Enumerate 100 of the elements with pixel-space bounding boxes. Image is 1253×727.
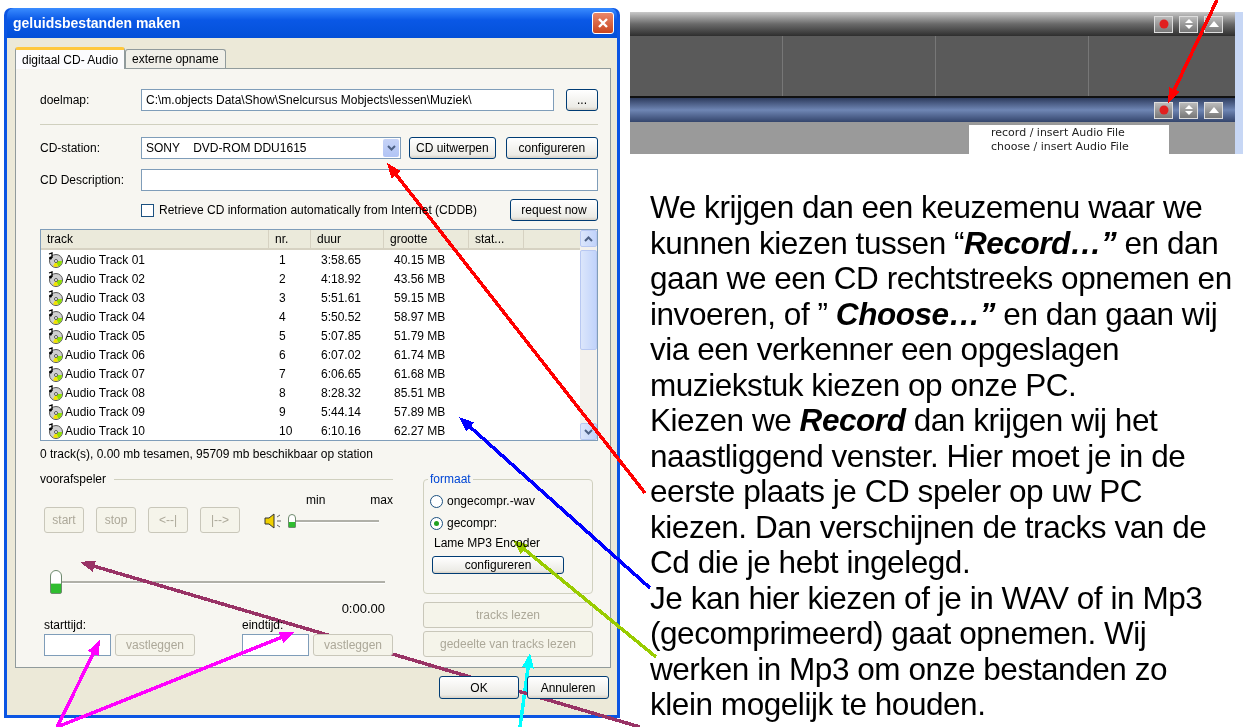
column-header[interactable]: stat...	[469, 230, 524, 250]
table-cell-text: 3	[278, 289, 287, 307]
music-disc-icon	[47, 270, 63, 287]
table-cell-text: 8:28.32	[320, 384, 363, 402]
speaker-icon	[264, 513, 284, 529]
track-name[interactable]: Audio Track 06	[41, 345, 269, 364]
track-name[interactable]: Audio Track 05	[41, 326, 269, 345]
drive-dropdown[interactable]: SONY DVD-ROM DDU1615	[141, 137, 401, 159]
tab[interactable]: digitaal CD- Audio	[15, 47, 126, 69]
configure-button[interactable]: configureren	[432, 556, 564, 574]
menu-item[interactable]: record / insert Audio File	[991, 126, 1169, 140]
table-cell-text: 59.15 MB	[393, 289, 447, 307]
configure-button[interactable]: configureren	[505, 137, 598, 159]
table-cell-text: 2	[278, 270, 287, 288]
browse-button[interactable]: ...	[566, 89, 598, 111]
music-disc-icon	[47, 308, 63, 325]
table-cell-text: 6:07.02	[320, 346, 363, 364]
music-disc-icon	[47, 384, 63, 401]
paragraph: We krijgen dan een keuzemenu waar we kunnen kiezen tussen “Record…” en dan gaan we een CD rechtstreeks opnemen en invoeren, of ” Choose…” en dan gaan wij via een verkenner een opgeslagen muziekstuk kiezen op onze PC.	[650, 190, 1233, 403]
up-down-arrows-icon[interactable]	[1179, 15, 1198, 33]
field-label: CD-station:	[40, 141, 102, 155]
window-title: geluidsbestanden maken	[13, 15, 181, 31]
table-cell-text: 4	[278, 308, 287, 326]
track-name[interactable]: Audio Track 04	[41, 307, 269, 326]
music-disc-icon	[47, 346, 63, 363]
table-cell-text: 7	[278, 365, 287, 383]
table-cell-text: 5	[278, 327, 287, 345]
radio-button[interactable]	[430, 494, 443, 508]
table-cell-text: 6:10.16	[320, 422, 363, 440]
folder-field[interactable]: C:\m.objects Data\Show\Snelcursus Mobjects\lessen\Muziek\	[141, 89, 554, 111]
table-cell-text: 40.15 MB	[393, 251, 447, 269]
radio-button[interactable]	[430, 516, 443, 530]
table-cell-text: 5:44.14	[320, 403, 363, 421]
max-label: max	[370, 493, 393, 509]
close-button[interactable]	[592, 12, 614, 34]
track-name[interactable]: Audio Track 07	[41, 364, 269, 383]
music-disc-icon	[47, 251, 63, 268]
table-cell-text: 9	[278, 403, 287, 421]
music-disc-icon	[47, 327, 63, 344]
checkbox[interactable]	[141, 203, 154, 217]
scrollbar[interactable]	[580, 230, 597, 440]
tab[interactable]: externe opname	[125, 49, 226, 68]
column-header[interactable]: nr.	[269, 230, 311, 250]
field-label: CD Description:	[40, 173, 126, 187]
status-text: 0 track(s), 0.00 mb tesamen, 95709 mb beschikbaar op station	[40, 447, 374, 463]
description-field[interactable]	[141, 169, 598, 191]
track-name[interactable]: Audio Track 08	[41, 383, 269, 402]
column-header[interactable]: track	[41, 230, 269, 250]
cancel-button[interactable]: Annuleren	[527, 676, 609, 699]
table-cell-text: 58.97 MB	[393, 308, 447, 326]
music-disc-icon	[47, 289, 63, 306]
close-icon	[597, 17, 609, 29]
track-name[interactable]: Audio Track 03	[41, 288, 269, 307]
up-down-arrows-icon[interactable]	[1179, 101, 1198, 119]
chevron-down-icon	[383, 139, 399, 157]
track-name[interactable]: Audio Track 10	[41, 421, 269, 440]
table-cell-text: 5:50.52	[320, 308, 363, 326]
table-cell-text: 3:58.65	[320, 251, 363, 269]
ok-button[interactable]: OK	[439, 676, 519, 699]
slider-thumb[interactable]	[288, 514, 296, 528]
group-title: voorafspeler	[40, 472, 107, 486]
field-label: doelmap:	[40, 93, 91, 107]
scroll-up-icon[interactable]	[580, 230, 597, 247]
track-name[interactable]: Audio Track 02	[41, 269, 269, 288]
table-cell-text: 57.89 MB	[393, 403, 447, 421]
table-cell-text: 8	[278, 384, 287, 402]
table-cell-text: 4:18.92	[320, 270, 363, 288]
time-field[interactable]	[44, 634, 111, 656]
table-cell-text: 1	[278, 251, 287, 269]
table-cell-text: 5:07.85	[320, 327, 363, 345]
table-cell-text: 6:06.65	[320, 365, 363, 383]
music-disc-icon	[47, 365, 63, 382]
record-icon[interactable]	[1154, 101, 1173, 119]
table-cell-text: 10	[278, 422, 294, 440]
field-label: eindtijd:	[242, 618, 284, 632]
group-title: formaat	[428, 472, 473, 486]
column-header[interactable]: grootte	[384, 230, 469, 250]
radio-label: ongecompr.-wav	[447, 494, 536, 508]
field-label: starttijd:	[44, 618, 86, 632]
time-display: 0:00.00	[341, 601, 385, 616]
slider-thumb[interactable]	[50, 570, 62, 594]
music-disc-icon	[47, 403, 63, 420]
table-cell-text: 85.51 MB	[393, 384, 447, 402]
eject-button[interactable]: CD uitwerpen	[409, 137, 496, 159]
min-label: min	[306, 493, 326, 509]
table-cell-text: 43.56 MB	[393, 270, 447, 288]
record-icon[interactable]	[1154, 15, 1173, 33]
request-button[interactable]: request now	[510, 199, 598, 221]
table-cell-text: 62.27 MB	[393, 422, 447, 440]
scroll-thumb[interactable]	[580, 250, 597, 350]
radio-label: gecompr:	[447, 516, 498, 530]
track-name[interactable]: Audio Track 09	[41, 402, 269, 421]
table-cell-text: 6	[278, 346, 287, 364]
paragraph: Kiezen we Record dan krijgen wij het naastliggend venster. Hier moet je in de eerste plaats je CD speler op uw PC kiezen. Dan verschijnen de tracks van de Cd die je hebt ingelegd.	[650, 403, 1208, 581]
track-name[interactable]: Audio Track 01	[41, 250, 269, 269]
table-cell-text: 51.79 MB	[393, 327, 447, 345]
table-cell-text: 61.74 MB	[393, 346, 447, 364]
column-header[interactable]: duur	[311, 230, 384, 250]
table-cell-text: 61.68 MB	[393, 365, 447, 383]
menu-item[interactable]: choose / insert Audio File	[991, 140, 1169, 154]
